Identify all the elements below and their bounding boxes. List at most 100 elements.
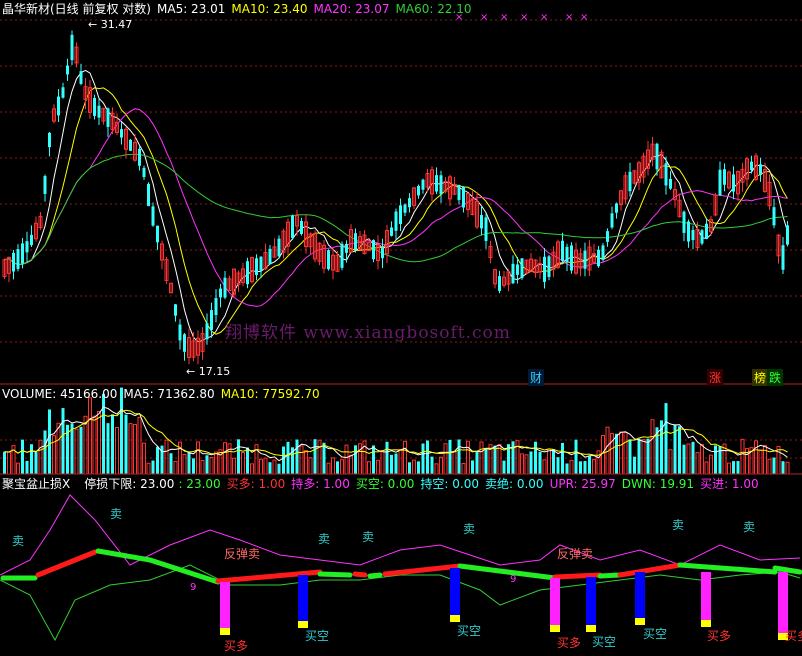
volume-bar bbox=[106, 423, 110, 474]
candle-body bbox=[106, 108, 110, 127]
hold-long-readout: 持多: 1.00 bbox=[291, 477, 350, 491]
volume-bar bbox=[394, 453, 398, 474]
candle-body bbox=[664, 163, 668, 186]
vol-ma5-readout: MA5: 71362.80 bbox=[123, 387, 215, 401]
badge-die[interactable]: 跌 bbox=[767, 369, 784, 386]
volume-bar bbox=[412, 459, 416, 475]
candle-body bbox=[16, 249, 20, 269]
stock-title: 晶华新材(日线 前复权 对数) bbox=[2, 2, 151, 16]
badge-bang[interactable]: 榜 bbox=[752, 369, 769, 386]
volume-bar bbox=[466, 440, 470, 475]
indicator-name: 聚宝盆止损X bbox=[2, 477, 71, 491]
volume-bar bbox=[124, 414, 128, 474]
sell-signal-label: 卖 bbox=[318, 532, 331, 546]
volume-bar bbox=[736, 461, 740, 474]
candle-body bbox=[750, 161, 753, 171]
volume-bar bbox=[664, 403, 668, 474]
volume-bar bbox=[646, 438, 650, 474]
volume-bar bbox=[142, 442, 146, 475]
candle-body bbox=[174, 304, 177, 316]
volume-bar bbox=[732, 461, 735, 474]
top-x-marker: × bbox=[565, 12, 573, 23]
candle-body bbox=[183, 334, 186, 352]
candle-body bbox=[120, 129, 123, 138]
volume-bar bbox=[30, 444, 33, 474]
volume-bar bbox=[448, 439, 452, 474]
volume-bar bbox=[241, 452, 245, 475]
volume-bar bbox=[246, 447, 249, 474]
candle-body bbox=[219, 288, 222, 298]
ma20-readout: MA20: 23.07 bbox=[313, 2, 390, 16]
volume-bar bbox=[691, 441, 695, 474]
stop-line-segment bbox=[147, 557, 221, 585]
volume-bar bbox=[200, 460, 205, 475]
volume-bar bbox=[169, 453, 173, 474]
volume-bar bbox=[3, 451, 6, 474]
candle-body bbox=[565, 246, 569, 262]
volume-bar bbox=[192, 458, 195, 474]
volume-bar bbox=[417, 461, 420, 474]
volume-bar bbox=[475, 451, 479, 474]
volume-bar bbox=[115, 426, 119, 475]
volume-bar bbox=[385, 441, 389, 474]
candle-body bbox=[682, 211, 686, 233]
candle-body bbox=[705, 223, 708, 239]
top-x-marker: × bbox=[520, 12, 528, 23]
volume-bar bbox=[7, 451, 11, 475]
candle-body bbox=[268, 248, 272, 265]
candle-body bbox=[57, 96, 60, 116]
candle-body bbox=[781, 245, 785, 270]
volume-bar bbox=[97, 411, 101, 475]
candle-body bbox=[691, 229, 695, 241]
volume-bar bbox=[128, 423, 133, 475]
candle-body bbox=[435, 175, 438, 192]
volume-bar bbox=[83, 415, 88, 475]
volume-bar bbox=[164, 439, 169, 475]
volume-bar bbox=[628, 439, 632, 474]
volume-bar bbox=[372, 445, 375, 474]
volume-bar bbox=[443, 443, 448, 475]
volume-bar bbox=[133, 424, 137, 475]
candle-body bbox=[480, 214, 483, 229]
volume-bar bbox=[754, 440, 758, 475]
volume-bar bbox=[615, 433, 618, 474]
candle-body bbox=[345, 243, 348, 253]
volume-bar bbox=[561, 442, 564, 474]
nine-marker: 9 bbox=[510, 574, 516, 585]
stop-line-segment bbox=[677, 562, 778, 575]
candlesticks bbox=[2, 30, 789, 365]
signal-bar-cap bbox=[450, 615, 460, 622]
candle-body bbox=[205, 323, 209, 340]
badge-cai[interactable]: 财 bbox=[528, 369, 545, 386]
volume-bar bbox=[268, 462, 272, 474]
stop-line-segment bbox=[617, 562, 683, 578]
volume-bar bbox=[601, 435, 605, 475]
buy-short-label: 买空 bbox=[643, 627, 668, 641]
volume-bar bbox=[695, 452, 700, 475]
candle-body bbox=[723, 169, 726, 185]
candle-body bbox=[520, 258, 524, 279]
volume-bar bbox=[574, 439, 578, 474]
volume-bar bbox=[579, 461, 582, 474]
candle-body bbox=[583, 250, 587, 269]
badge-zhang[interactable]: 涨 bbox=[707, 369, 724, 386]
volume-bar bbox=[511, 441, 515, 474]
volume-bar bbox=[493, 445, 497, 474]
volume-bar bbox=[452, 451, 457, 475]
volume-bar bbox=[237, 439, 240, 474]
volume-bar bbox=[111, 414, 114, 474]
volume-bar bbox=[354, 445, 357, 474]
volume-bar bbox=[227, 443, 232, 475]
candle-body bbox=[354, 233, 357, 250]
volume-bar bbox=[434, 463, 439, 475]
watermark: 翔博软件 www.xiangbosoft.com bbox=[225, 323, 511, 343]
signal-bar bbox=[586, 577, 596, 625]
volume-bar bbox=[682, 444, 686, 474]
candle-body bbox=[259, 256, 263, 271]
stop-line-segment bbox=[95, 548, 153, 563]
volume-bar bbox=[376, 459, 380, 475]
volume-bar bbox=[250, 463, 254, 475]
buy-long-label: 买多 bbox=[707, 629, 732, 643]
sell-signal-label: 卖 bbox=[743, 520, 756, 534]
indicator-signal-bars: 99 bbox=[190, 568, 788, 640]
